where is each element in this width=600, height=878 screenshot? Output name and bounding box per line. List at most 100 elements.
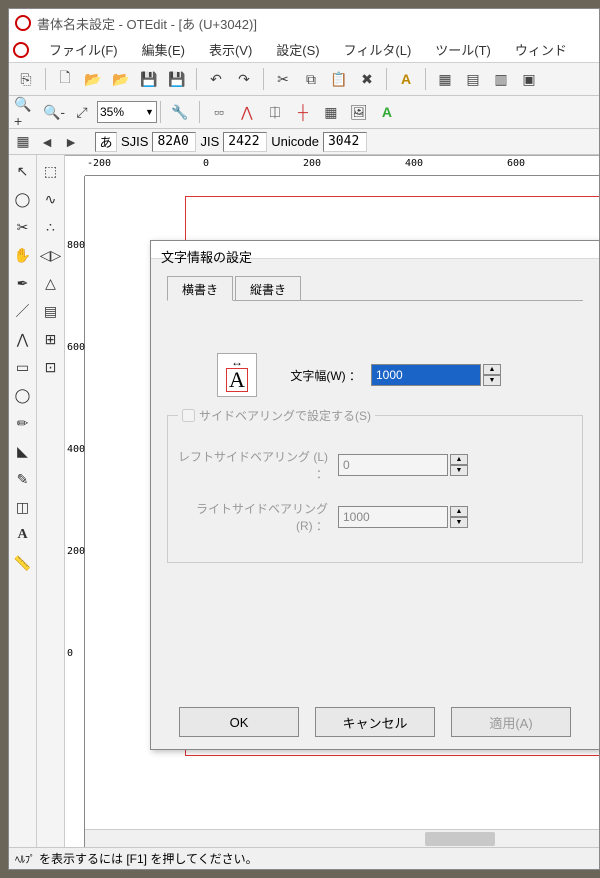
grid-icon[interactable]: ▦ <box>318 99 344 125</box>
misc1-icon[interactable]: ∴ <box>39 215 63 239</box>
crop-tool-icon[interactable]: ◫ <box>11 495 35 519</box>
zoom-in-icon[interactable]: 🔍+ <box>13 99 39 125</box>
guides-icon[interactable]: ┼ <box>290 99 316 125</box>
hand-tool-icon[interactable]: ✋ <box>11 243 35 267</box>
flip-h-icon[interactable]: ◁▷ <box>39 243 63 267</box>
menu-settings[interactable]: 設定(S) <box>276 40 319 59</box>
undo-icon[interactable]: ↶ <box>203 66 229 92</box>
enc3-value[interactable]: 3042 <box>323 132 367 152</box>
redo-icon[interactable]: ↷ <box>231 66 257 92</box>
glyph-preview: あ <box>95 132 117 152</box>
apply-button[interactable]: 適用(A) <box>451 707 571 737</box>
window-title: 書体名未設定 - OTEdit - [あ (U+3042)] <box>37 14 257 33</box>
lsb-spin-up[interactable]: ▲ <box>450 454 468 465</box>
preview-letter: A <box>226 368 248 392</box>
ellipse-tool-icon[interactable]: ◯ <box>11 383 35 407</box>
center-icon[interactable]: ⊡ <box>39 355 63 379</box>
scrollbar-horizontal[interactable] <box>85 829 599 847</box>
export-icon[interactable]: ⎘ <box>13 66 39 92</box>
distribute-icon[interactable]: ⊞ <box>39 327 63 351</box>
scissors-tool-icon[interactable]: ✂ <box>11 215 35 239</box>
enc1-value[interactable]: 82A0 <box>152 132 196 152</box>
char-info-dialog: 文字情報の設定 横書き 縦書き ↔ A 文字幅(W) ： ▲ ▼ <box>150 240 600 750</box>
menu-view[interactable]: 表示(V) <box>209 40 252 59</box>
width-spin-up[interactable]: ▲ <box>483 364 501 375</box>
ok-button[interactable]: OK <box>179 707 299 737</box>
width-input[interactable] <box>371 364 481 386</box>
pen-tool-icon[interactable]: ✒ <box>11 271 35 295</box>
rsb-spin-up[interactable]: ▲ <box>450 506 468 517</box>
separator <box>160 101 161 123</box>
lsb-input[interactable] <box>338 454 448 476</box>
image-icon[interactable]: 🖼 <box>346 99 372 125</box>
ruler-tool-icon[interactable]: 📏 <box>11 551 35 575</box>
tab-horizontal[interactable]: 横書き <box>167 276 233 301</box>
menu-tool[interactable]: ツール(T) <box>435 40 491 59</box>
dialog-tabs: 横書き 縦書き <box>167 275 583 301</box>
scrollbar-thumb[interactable] <box>425 832 495 846</box>
separator <box>386 68 387 90</box>
arrow-tool-icon[interactable]: ↖ <box>11 159 35 183</box>
tab-vertical[interactable]: 縦書き <box>235 276 301 301</box>
lasso-tool-icon[interactable]: ◯ <box>11 187 35 211</box>
menu-filter[interactable]: フィルタ(L) <box>344 40 412 59</box>
color-a-icon[interactable]: A <box>374 99 400 125</box>
ruler-v-tick: 0 <box>67 648 73 659</box>
tool-a-icon[interactable]: 🔧 <box>167 99 193 125</box>
rsb-spin-down[interactable]: ▼ <box>450 517 468 528</box>
enc2-value[interactable]: 2422 <box>223 132 267 152</box>
ruler-v-tick: 600 <box>67 342 85 353</box>
node-tool-icon[interactable]: ⬚ <box>39 159 63 183</box>
corner-tool-icon[interactable]: ◣ <box>11 439 35 463</box>
window3-icon[interactable]: ▥ <box>488 66 514 92</box>
points-icon[interactable]: ▫▫ <box>206 99 232 125</box>
sidebearing-checkbox[interactable] <box>182 409 195 422</box>
enc3-label: Unicode <box>271 134 319 149</box>
menu-edit[interactable]: 編集(E) <box>142 40 185 59</box>
eyedrop-tool-icon[interactable]: ✎ <box>11 467 35 491</box>
pencil-tool-icon[interactable]: ✏ <box>11 411 35 435</box>
fit-icon[interactable]: ⤢ <box>69 99 95 125</box>
sidebearing-legend: サイドベアリングで設定する(S) <box>178 407 375 424</box>
saveall-icon[interactable]: 💾 <box>164 66 190 92</box>
metrics-icon[interactable]: ⎅ <box>262 99 288 125</box>
paste-icon[interactable]: 📋 <box>326 66 352 92</box>
sidebearing-check-label: サイドベアリングで設定する(S) <box>199 407 371 424</box>
window4-icon[interactable]: ▣ <box>516 66 542 92</box>
prev-icon[interactable]: ◄ <box>37 132 57 152</box>
delete-icon[interactable]: ✖ <box>354 66 380 92</box>
grid-view-icon[interactable]: ▦ <box>13 132 33 152</box>
rect-tool-icon[interactable]: ▭ <box>11 355 35 379</box>
flip-v-icon[interactable]: △ <box>39 271 63 295</box>
glyph-a-icon[interactable]: A <box>393 66 419 92</box>
tool-palette-right: ⬚ ∿ ∴ ◁▷ △ ▤ ⊞ ⊡ <box>37 155 65 847</box>
dropdown-icon[interactable]: ▼ <box>145 107 154 117</box>
cut-icon[interactable]: ✂ <box>270 66 296 92</box>
zoom-out-icon[interactable]: 🔍- <box>41 99 67 125</box>
save-icon[interactable]: 💾 <box>136 66 162 92</box>
align-icon[interactable]: ▤ <box>39 299 63 323</box>
menu-window[interactable]: ウィンド <box>515 40 567 59</box>
rsb-input[interactable] <box>338 506 448 528</box>
menu-file[interactable]: ファイル(F) <box>49 40 118 59</box>
ruler-vertical: 800 600 400 200 0 <box>65 176 85 847</box>
window1-icon[interactable]: ▦ <box>432 66 458 92</box>
curve-tool-icon[interactable]: ∿ <box>39 187 63 211</box>
cancel-button[interactable]: キャンセル <box>315 707 435 737</box>
line-tool-icon[interactable]: ／ <box>11 299 35 323</box>
next-icon[interactable]: ► <box>61 132 81 152</box>
statusbar: ﾍﾙﾌﾟ を表示するには [F1] を押してください。 <box>9 847 599 869</box>
width-spin-down[interactable]: ▼ <box>483 375 501 386</box>
open2-icon[interactable]: 📂 <box>108 66 134 92</box>
open-icon[interactable]: 📂 <box>80 66 106 92</box>
copy-icon[interactable]: ⧉ <box>298 66 324 92</box>
path-icon[interactable]: ⋀ <box>234 99 260 125</box>
toolbar-main: ⎘ 🗋 📂 📂 💾 💾 ↶ ↷ ✂ ⧉ 📋 ✖ A ▦ ▤ ▥ ▣ <box>9 63 599 96</box>
dialog-body: 横書き 縦書き ↔ A 文字幅(W) ： ▲ ▼ サイドベアリングで設定する(S <box>151 259 599 563</box>
text-tool-icon[interactable]: A <box>11 523 35 547</box>
lsb-spin-down[interactable]: ▼ <box>450 465 468 476</box>
window2-icon[interactable]: ▤ <box>460 66 486 92</box>
polyline-tool-icon[interactable]: ⋀ <box>11 327 35 351</box>
new-icon[interactable]: 🗋 <box>52 66 78 92</box>
separator <box>263 68 264 90</box>
